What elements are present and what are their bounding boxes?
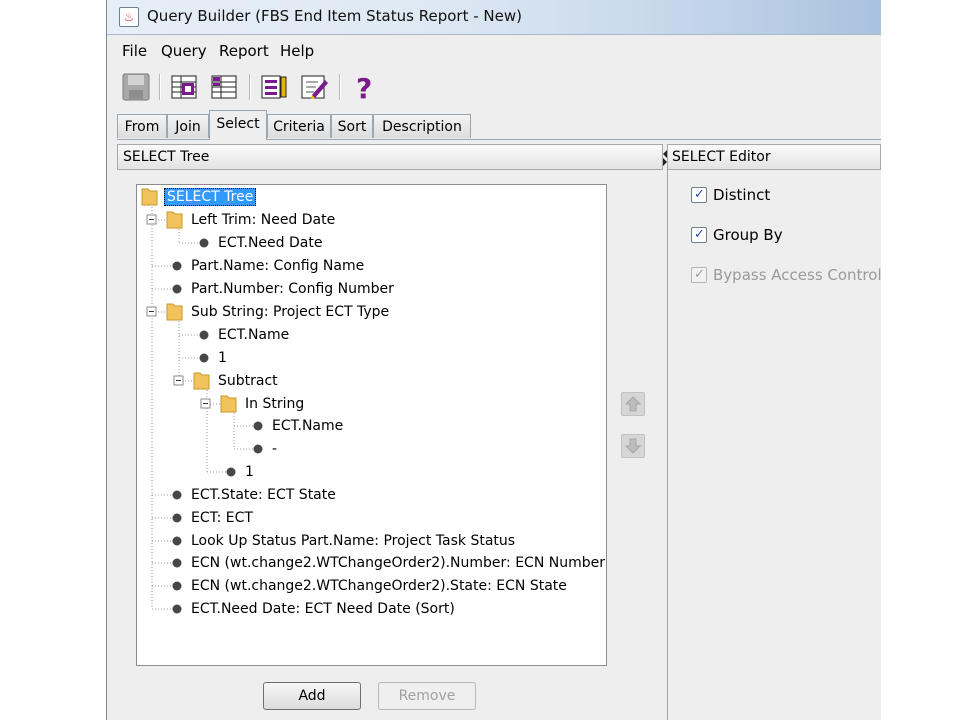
tree-node[interactable]: ECN (wt.change2.WTChangeOrder2).State: E… xyxy=(191,576,567,596)
menu-bar: File Query Report Help xyxy=(107,38,881,68)
tree-root-label: SELECT Tree xyxy=(164,188,257,206)
tree-node[interactable]: Left Trim: Need Date xyxy=(191,210,335,230)
check-icon: ✓ xyxy=(694,187,705,202)
toolbar: ? xyxy=(107,70,881,106)
tree-node[interactable]: ECT.Name xyxy=(272,416,343,436)
tree-node[interactable]: - xyxy=(272,439,277,459)
tree-node[interactable]: Look Up Status Part.Name: Project Task S… xyxy=(191,531,515,551)
window-title: Query Builder (FBS End Item Status Repor… xyxy=(147,7,522,25)
tab-select[interactable]: Select xyxy=(209,110,267,140)
tree-node[interactable]: In String xyxy=(245,394,304,414)
tree-node[interactable]: ECT.Need Date xyxy=(218,233,322,253)
split-pane-divider[interactable] xyxy=(667,170,668,720)
tab-from[interactable]: From xyxy=(117,114,167,138)
menu-help[interactable]: Help xyxy=(280,42,314,60)
move-down-button[interactable] xyxy=(621,434,645,458)
tree-node[interactable]: Subtract xyxy=(218,371,278,391)
tree-node[interactable]: ECN (wt.change2.WTChangeOrder2).Number: … xyxy=(191,553,605,573)
select-editor-header-label: SELECT Editor xyxy=(672,149,771,165)
check-icon: ✓ xyxy=(694,267,705,282)
table-properties-icon[interactable] xyxy=(207,70,241,104)
tree-node[interactable]: ECT.State: ECT State xyxy=(191,485,336,505)
java-app-icon: ♨ xyxy=(119,7,139,27)
move-up-button[interactable] xyxy=(621,392,645,416)
title-bar[interactable]: ♨ Query Builder (FBS End Item Status Rep… xyxy=(107,0,881,35)
remove-button: Remove xyxy=(378,682,476,710)
menu-query[interactable]: Query xyxy=(161,42,207,60)
tab-description[interactable]: Description xyxy=(373,114,471,138)
select-tree-header: SELECT Tree xyxy=(117,144,663,170)
add-table-icon[interactable] xyxy=(167,70,201,104)
select-editor-header: SELECT Editor xyxy=(667,144,881,170)
menu-file[interactable]: File xyxy=(122,42,147,60)
toolbar-separator xyxy=(339,74,341,100)
group-by-label: Group By xyxy=(713,226,783,244)
toolbar-separator xyxy=(249,74,251,100)
select-tree-header-label: SELECT Tree xyxy=(123,149,210,165)
distinct-checkbox[interactable]: ✓ xyxy=(691,187,707,203)
add-button[interactable]: Add xyxy=(263,682,361,710)
help-icon[interactable]: ? xyxy=(347,70,381,104)
distinct-label: Distinct xyxy=(713,186,771,204)
tree-node[interactable]: ECT.Need Date: ECT Need Date (Sort) xyxy=(191,599,455,619)
query-builder-window: ♨ Query Builder (FBS End Item Status Rep… xyxy=(106,0,881,720)
tree-node[interactable]: 1 xyxy=(218,348,227,368)
tree-node[interactable]: ECT.Name xyxy=(218,325,289,345)
save-icon[interactable] xyxy=(119,70,153,104)
arrow-down-icon xyxy=(624,438,642,454)
tree-node[interactable]: Sub String: Project ECT Type xyxy=(191,302,389,322)
edit-icon[interactable] xyxy=(297,70,331,104)
tab-join[interactable]: Join xyxy=(167,114,209,138)
bypass-access-control-checkbox: ✓ xyxy=(691,267,707,283)
check-icon: ✓ xyxy=(694,227,705,242)
report-icon[interactable] xyxy=(257,70,291,104)
tab-criteria[interactable]: Criteria xyxy=(267,114,331,138)
menu-report[interactable]: Report xyxy=(219,42,269,60)
tree-node[interactable]: Part.Name: Config Name xyxy=(191,256,364,276)
tree-node-root[interactable]: SELECT Tree xyxy=(164,187,257,207)
select-tree[interactable]: SELECT Tree Left Trim: Need Date ECT.Nee… xyxy=(136,184,607,666)
svg-text:?: ? xyxy=(356,72,372,103)
group-by-checkbox[interactable]: ✓ xyxy=(691,227,707,243)
tree-node[interactable]: Part.Number: Config Number xyxy=(191,279,394,299)
arrow-up-icon xyxy=(624,396,642,412)
tab-sort[interactable]: Sort xyxy=(331,114,373,138)
tree-node[interactable]: 1 xyxy=(245,462,254,482)
bypass-access-control-label: Bypass Access Control xyxy=(713,266,881,284)
tree-node[interactable]: ECT: ECT xyxy=(191,508,253,528)
toolbar-separator xyxy=(159,74,161,100)
